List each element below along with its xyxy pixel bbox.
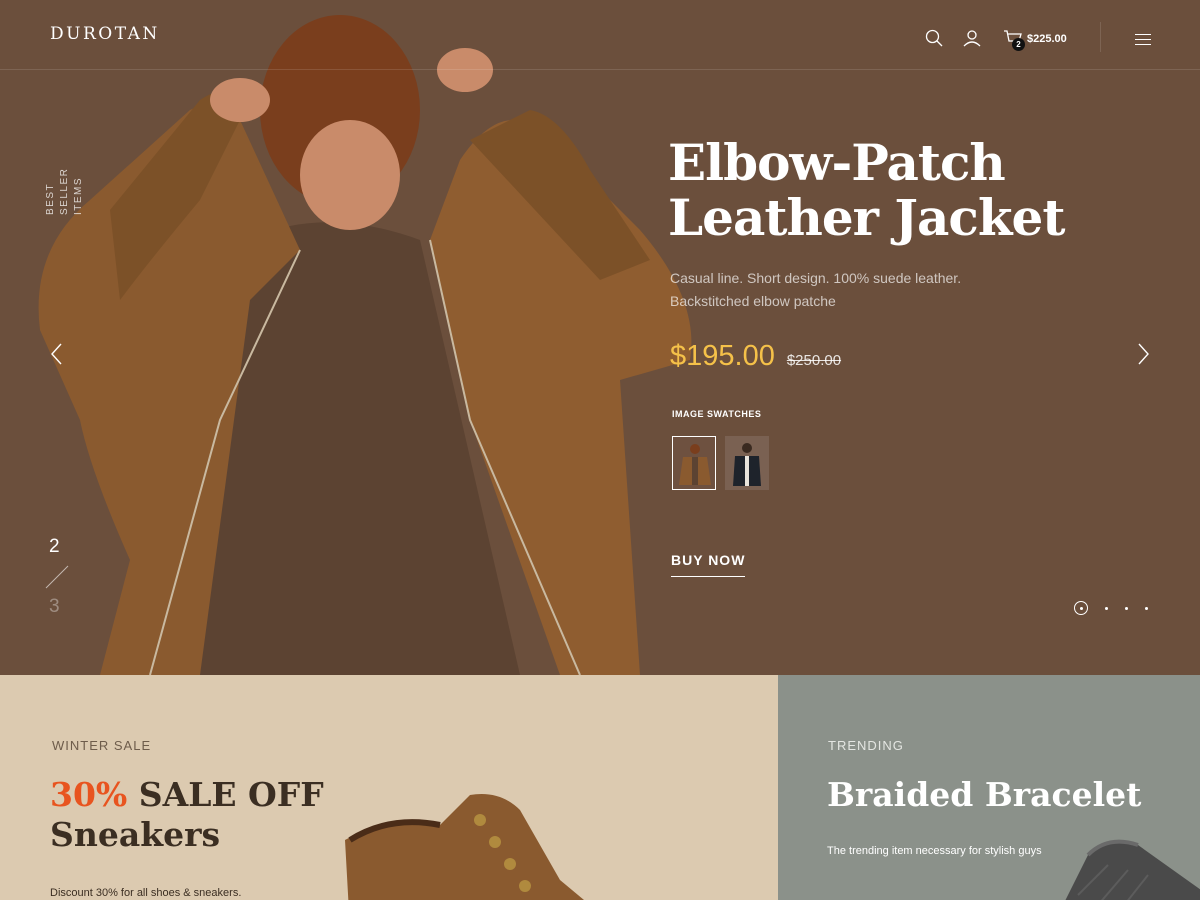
winter-sale-banner[interactable]: WINTER SALE 30% SALE OFF Sneakers Discou…	[0, 675, 778, 900]
swatch-brown-jacket-image	[673, 437, 715, 489]
vertical-label-line1: BEST SELLER	[45, 167, 70, 215]
logo[interactable]: DUROTAN	[50, 24, 160, 44]
swatch-brown-jacket[interactable]	[672, 436, 716, 490]
slider-dot-4[interactable]	[1145, 606, 1148, 610]
trending-title: Braided Bracelet	[827, 775, 1142, 814]
cart-total: $225.00	[1027, 33, 1067, 45]
swatch-dark-jacket[interactable]	[725, 436, 769, 490]
sale-off-text: SALE OFF	[127, 775, 324, 814]
slider-dot-2[interactable]	[1105, 606, 1108, 610]
slider-dots	[1074, 601, 1148, 615]
swatch-dark-jacket-image	[725, 436, 769, 490]
boot-image	[345, 794, 584, 900]
cart-count-badge: 2	[1012, 38, 1025, 51]
winter-sale-eyebrow: WINTER SALE	[52, 738, 152, 753]
winter-sale-description: Discount 30% for all shoes & sneakers.	[50, 887, 242, 899]
trending-eyebrow: TRENDING	[828, 738, 904, 753]
trending-banner[interactable]: TRENDING Braided Bracelet The trending i…	[778, 675, 1200, 900]
swatches-label: IMAGE SWATCHES	[672, 409, 762, 419]
chevron-right-icon[interactable]	[1134, 343, 1152, 365]
slider-dot-3[interactable]	[1125, 606, 1128, 610]
product-title-line1: Elbow-Patch	[668, 133, 1006, 192]
best-seller-label: BEST SELLER ITEMS	[44, 135, 86, 215]
hero-model-image	[38, 15, 692, 675]
hero-slider: DUROTAN 2 $225.00 BEST SELLER ITEMS 2 3 …	[0, 0, 1200, 675]
product-description: Casual line. Short design. 100% suede le…	[670, 270, 962, 309]
bracelet-image	[1065, 839, 1200, 900]
price-row: $195.00 $250.00	[670, 340, 841, 373]
trending-description: The trending item necessary for stylish …	[827, 845, 1042, 857]
product-title: Elbow-Patch Leather Jacket	[668, 133, 1065, 247]
sale-percent: 30%	[50, 775, 128, 814]
slider-dot-1[interactable]	[1074, 601, 1088, 615]
site-header: DUROTAN 2 $225.00	[0, 0, 1200, 70]
buy-now-button[interactable]: BUY NOW	[671, 552, 746, 577]
winter-sale-title: 30% SALE OFF Sneakers	[50, 775, 324, 855]
slide-counter-divider	[45, 565, 69, 589]
search-icon[interactable]	[924, 28, 944, 48]
slide-current-number: 2	[49, 536, 60, 557]
user-icon[interactable]	[962, 28, 982, 48]
header-divider	[1100, 22, 1101, 52]
chevron-left-icon[interactable]	[48, 343, 66, 365]
sneakers-text: Sneakers	[50, 815, 221, 854]
original-price: $250.00	[786, 352, 842, 369]
vertical-label-line2: ITEMS	[73, 176, 84, 215]
menu-icon[interactable]	[1135, 34, 1151, 45]
product-title-line2: Leather Jacket	[668, 188, 1065, 247]
slide-next-number[interactable]: 3	[49, 596, 60, 618]
sale-price: $195.00	[670, 340, 775, 372]
cart-button[interactable]: 2 $225.00	[1003, 28, 1067, 51]
